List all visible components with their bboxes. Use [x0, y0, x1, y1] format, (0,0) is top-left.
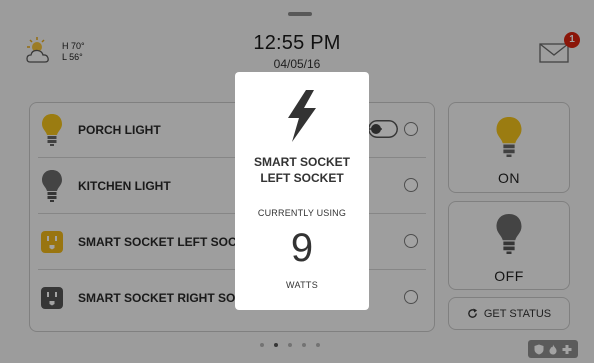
- usage-value: 9: [290, 226, 314, 270]
- dialog-title-line1: SMART SOCKET: [254, 155, 350, 169]
- home-screen: H 70° L 56° 12:55 PM 04/05/16 1 PORCH LI…: [0, 0, 594, 363]
- lightning-icon: [288, 90, 316, 142]
- usage-unit: WATTS: [286, 280, 318, 290]
- dialog-title: SMART SOCKET LEFT SOCKET: [235, 154, 369, 186]
- usage-caption: CURRENTLY USING: [257, 208, 347, 218]
- dialog-title-line2: LEFT SOCKET: [260, 171, 344, 185]
- power-usage-dialog[interactable]: SMART SOCKET LEFT SOCKET CURRENTLY USING…: [235, 72, 369, 310]
